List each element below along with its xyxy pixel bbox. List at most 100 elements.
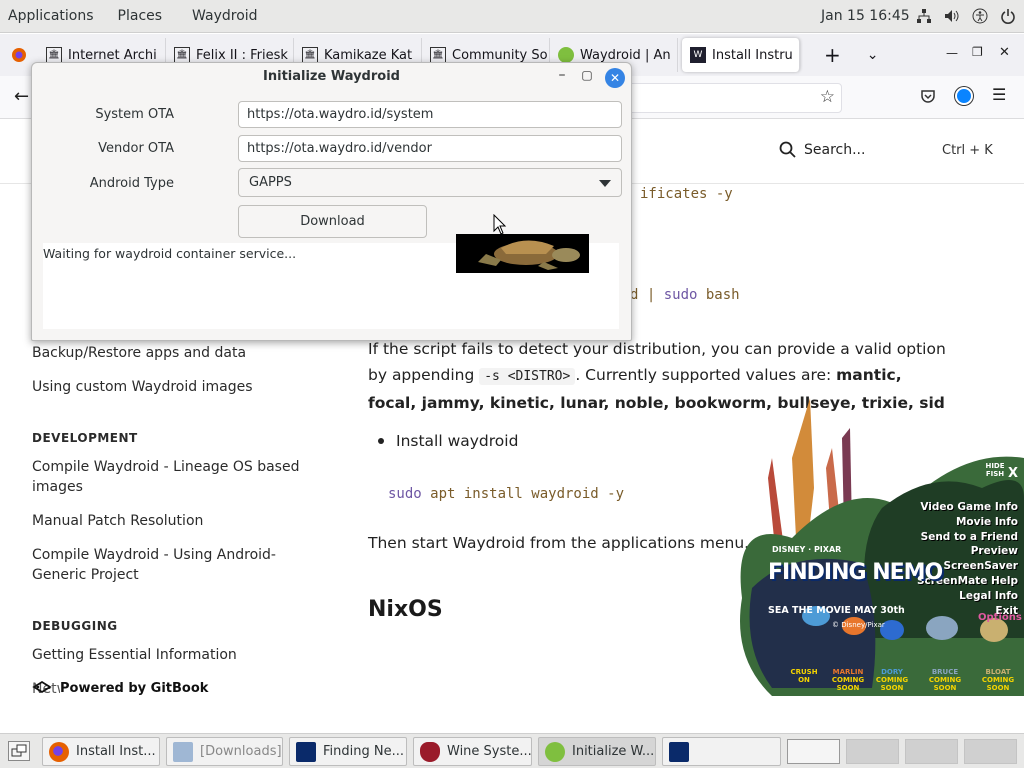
taskbar-item-downloads[interactable]: [Downloads] [166, 737, 283, 766]
network-icon[interactable] [916, 7, 932, 25]
back-button[interactable]: ← [14, 86, 29, 107]
folder-icon [173, 741, 193, 762]
dialog-close-icon[interactable]: ✕ [605, 68, 625, 88]
dialog-maximize-icon[interactable]: ▢ [577, 68, 597, 82]
clock[interactable]: Jan 15 16:45 [821, 8, 910, 24]
inline-code-distro: -s <DISTRO> [479, 368, 576, 385]
initialize-waydroid-dialog: Initialize Waydroid – ▢ ✕ System OTA htt… [31, 62, 632, 341]
active-app-menu[interactable]: Waydroid [184, 8, 266, 24]
close-window-icon[interactable]: ✕ [999, 45, 1010, 60]
nemo-character-bloat[interactable]: BLOAT COMING SOON [976, 668, 1020, 692]
accessibility-icon[interactable] [972, 7, 988, 25]
nemo-menu-send-friend[interactable]: Send to a Friend [900, 530, 1018, 545]
firefox-menu-icon[interactable] [0, 47, 38, 63]
status-text: Waiting for waydroid container service..… [43, 246, 297, 261]
nemo-menu-video-game[interactable]: Video Game Info [900, 500, 1018, 515]
workspace-3[interactable] [905, 739, 958, 764]
then-start-text: Then start Waydroid from the application… [368, 534, 750, 552]
tab-install-instructions[interactable]: WInstall Instru✕ [682, 38, 800, 72]
nemo-character-bruce[interactable]: BRUCE COMING SOON [922, 668, 968, 692]
nemo-options[interactable]: Options [978, 612, 1022, 623]
sidebar-item-backup-restore[interactable]: Backup/Restore apps and data [32, 343, 312, 363]
code-fragment-2: d | sudo bash [630, 287, 740, 303]
archive-icon: 🏛 [302, 47, 318, 63]
nemo-copyright: © Disney/Pixar [832, 621, 885, 629]
code-fragment-1: ificates -y [640, 186, 733, 202]
nemo-menu-movie-info[interactable]: Movie Info [900, 515, 1018, 530]
workspace-2[interactable] [846, 739, 899, 764]
bottom-taskbar: Install Inst... [Downloads] Finding Ne..… [0, 733, 1024, 768]
search-shortcut: Ctrl + K [942, 143, 993, 158]
hide-fish-button[interactable]: HIDE FISH [982, 462, 1008, 478]
wine-icon [420, 741, 440, 762]
nemo-title: FINDING NEMO [768, 560, 943, 585]
system-tray [916, 7, 1016, 25]
download-button[interactable]: Download [238, 205, 427, 238]
waydroid-icon [558, 47, 574, 63]
url-bar[interactable]: ☆ [620, 83, 842, 113]
pocket-icon[interactable] [920, 88, 936, 108]
system-ota-field[interactable]: https://ota.waydro.id/system [238, 101, 622, 128]
nemo-character-dory[interactable]: DORY COMING SOON [872, 668, 912, 692]
powered-by-gitbook[interactable]: Powered by GitBook [32, 678, 209, 698]
taskbar-item-nemo-screenmate[interactable] [662, 737, 781, 766]
turtle-image [456, 234, 589, 273]
nemo-menu-legal[interactable]: Legal Info [900, 589, 1018, 604]
sidebar-heading-development: DEVELOPMENT [32, 431, 138, 445]
nemo-icon [669, 741, 689, 762]
volume-icon[interactable] [944, 7, 960, 25]
waydroid-icon [545, 741, 565, 762]
android-type-select[interactable]: GAPPS [238, 168, 622, 197]
hamburger-menu-icon[interactable]: ☰ [992, 85, 1006, 104]
gitbook-icon [32, 678, 52, 698]
system-ota-label: System OTA [95, 107, 174, 122]
sidebar-item-manual-patch[interactable]: Manual Patch Resolution [32, 511, 312, 531]
new-tab-button[interactable]: + [824, 43, 841, 67]
vendor-ota-label: Vendor OTA [98, 141, 174, 156]
nemo-brand: DISNEY · PIXAR [772, 545, 842, 554]
nemo-character-marlin[interactable]: MARLIN COMING SOON [828, 668, 868, 692]
workspace-4[interactable] [964, 739, 1017, 764]
nemo-close-icon[interactable]: X [1008, 466, 1018, 481]
places-menu[interactable]: Places [110, 8, 171, 24]
applications-menu[interactable]: Applications [0, 8, 102, 24]
power-icon[interactable] [1000, 7, 1016, 25]
taskbar-item-initialize-waydroid[interactable]: Initialize W... [538, 737, 656, 766]
bullet-dot [378, 438, 384, 444]
dialog-title: Initialize Waydroid [263, 69, 400, 84]
top-panel: Applications Places Waydroid Jan 15 16:4… [0, 0, 1024, 33]
archive-icon: 🏛 [174, 47, 190, 63]
nemo-character-crush[interactable]: CRUSH ON [784, 668, 824, 684]
dialog-minimize-icon[interactable]: – [552, 67, 572, 83]
sidebar-item-compile-lineage[interactable]: Compile Waydroid - Lineage OS based imag… [32, 457, 302, 497]
taskbar-item-finding-nemo[interactable]: Finding Ne... [289, 737, 407, 766]
taskbar-item-firefox[interactable]: Install Inst... [42, 737, 160, 766]
bookmark-star-icon[interactable]: ☆ [820, 87, 835, 107]
search-icon[interactable] [779, 141, 797, 163]
vendor-ota-field[interactable]: https://ota.waydro.id/vendor [238, 135, 622, 162]
list-tabs-button[interactable]: ⌄ [867, 47, 879, 63]
sidebar-heading-debugging: DEBUGGING [32, 619, 118, 633]
archive-icon: 🏛 [430, 47, 446, 63]
chevron-down-icon [599, 180, 611, 187]
show-desktop-icon[interactable] [8, 741, 30, 761]
firefox-icon [49, 741, 69, 762]
list-item-install: Install waydroid [378, 432, 518, 450]
minimize-window-icon[interactable]: — [946, 46, 958, 60]
sidebar-item-custom-images[interactable]: Using custom Waydroid images [32, 377, 312, 397]
sidebar-item-essential-info[interactable]: Getting Essential Information [32, 645, 312, 665]
archive-icon: 🏛 [46, 47, 62, 63]
close-tab-icon[interactable]: ✕ [799, 48, 800, 63]
nemo-icon [296, 741, 316, 762]
nemo-tagline: SEA THE MOVIE MAY 30th [768, 605, 905, 616]
workspace-1[interactable] [787, 739, 840, 764]
gitbook-w-icon: W [690, 47, 706, 63]
search-input[interactable]: Search... [804, 142, 865, 158]
taskbar-item-wine[interactable]: Wine Syste... [413, 737, 532, 766]
account-icon[interactable] [955, 87, 973, 105]
sidebar-item-compile-android-generic[interactable]: Compile Waydroid - Using Android-Generic… [32, 545, 302, 585]
nixos-heading: NixOS [368, 597, 443, 622]
mouse-cursor-icon [493, 213, 507, 240]
maximize-window-icon[interactable]: ❐ [972, 45, 983, 59]
android-type-label: Android Type [89, 176, 174, 191]
